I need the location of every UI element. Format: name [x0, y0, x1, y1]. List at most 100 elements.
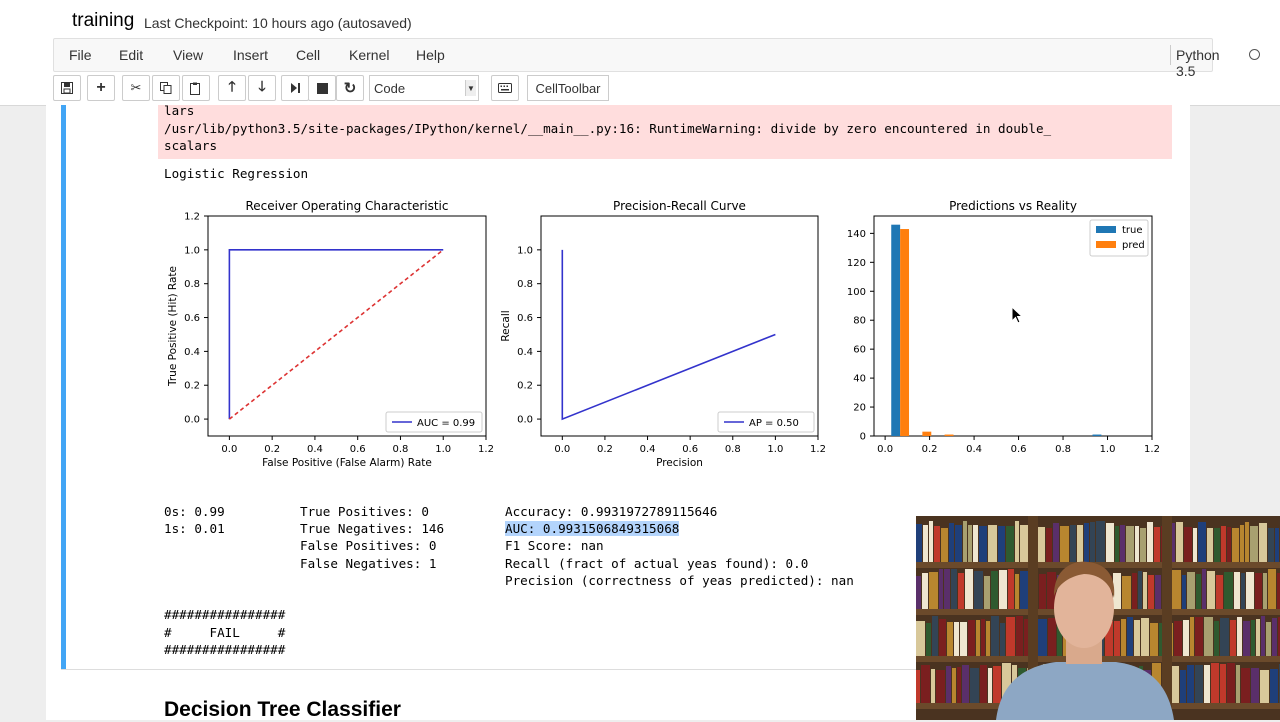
book: [1251, 620, 1255, 657]
legend-label: AUC = 0.99: [417, 418, 475, 429]
book: [1272, 618, 1277, 657]
x-tick-label: 0.4: [307, 444, 323, 455]
book: [1214, 621, 1219, 657]
book: [986, 621, 990, 657]
fail-box-line: ################: [164, 642, 286, 657]
book: [1038, 527, 1045, 562]
book: [1070, 525, 1076, 562]
x-tick-label: 0.0: [877, 444, 893, 455]
y-tick-label: 0: [860, 432, 866, 443]
book: [1236, 665, 1240, 704]
presenter-video-image: [916, 516, 1280, 720]
run-button[interactable]: [281, 75, 309, 101]
x-tick-label: 1.2: [1144, 444, 1160, 455]
book: [916, 576, 921, 610]
book: [968, 620, 975, 657]
book: [1053, 523, 1059, 562]
book: [1214, 528, 1220, 562]
cell-type-value: Code: [374, 81, 406, 96]
chart-title: Predictions vs Reality: [949, 199, 1077, 213]
model-title: Logistic Regression: [164, 166, 309, 181]
y-tick-label: 100: [847, 287, 866, 298]
cell-type-select[interactable]: Code ▼: [369, 75, 479, 101]
y-tick-label: 120: [847, 258, 866, 269]
move-up-button[interactable]: 🡑: [218, 75, 246, 101]
webcam-overlay: [916, 516, 1280, 720]
book: [1122, 576, 1131, 610]
book: [1250, 526, 1258, 562]
command-palette-button[interactable]: [491, 75, 519, 101]
book: [999, 570, 1007, 610]
selected-cell-indicator: [61, 105, 66, 670]
book: [958, 573, 964, 610]
menu-insert[interactable]: Insert: [233, 47, 268, 63]
save-button[interactable]: [53, 75, 81, 101]
legend-label: true: [1122, 225, 1143, 236]
menu-file[interactable]: File: [69, 47, 92, 63]
notebook-name[interactable]: training: [72, 10, 134, 32]
book: [980, 665, 987, 704]
y-tick-label: 20: [853, 403, 866, 414]
book: [1008, 569, 1014, 610]
book: [916, 621, 925, 657]
menu-cell[interactable]: Cell: [296, 47, 320, 63]
book: [1174, 621, 1182, 657]
y-tick-label: 1.0: [517, 245, 533, 256]
book: [1251, 668, 1259, 704]
book: [1020, 571, 1029, 610]
y-tick-label: 60: [853, 345, 866, 356]
menu-help[interactable]: Help: [416, 47, 445, 63]
book: [1006, 526, 1014, 562]
interrupt-button[interactable]: [308, 75, 336, 101]
output-figure: Receiver Operating Characteristic 0.0 0.2 0…: [167, 199, 1160, 469]
x-tick-label: 0.0: [221, 444, 237, 455]
book: [949, 523, 954, 562]
book: [1000, 623, 1005, 657]
paste-button[interactable]: [182, 75, 210, 101]
x-tick-label: 1.0: [767, 444, 783, 455]
move-down-button[interactable]: 🡓: [248, 75, 276, 101]
restart-button[interactable]: ↻: [336, 75, 364, 101]
cut-button[interactable]: ✂: [122, 75, 150, 101]
x-tick-label: 0.4: [966, 444, 982, 455]
x-tick-label: 0.0: [554, 444, 570, 455]
x-tick-label: 1.2: [478, 444, 494, 455]
book: [1211, 663, 1219, 704]
menu-kernel[interactable]: Kernel: [349, 47, 389, 63]
book: [1150, 623, 1158, 657]
bar: [900, 229, 910, 436]
legend-label: AP = 0.50: [749, 418, 799, 429]
book: [916, 524, 922, 562]
book: [974, 571, 983, 610]
chart-title: Receiver Operating Characteristic: [245, 199, 448, 213]
x-tick-label: 1.2: [810, 444, 826, 455]
bar: [922, 431, 932, 436]
book: [1126, 526, 1134, 562]
book: [1020, 525, 1029, 562]
book: [1006, 617, 1015, 657]
book: [1245, 522, 1249, 562]
celltoolbar-button[interactable]: CellToolbar: [527, 75, 609, 101]
paste-icon: [190, 82, 200, 95]
menu-view[interactable]: View: [173, 47, 203, 63]
book: [947, 622, 953, 657]
book: [979, 526, 987, 562]
fail-box-line: ################: [164, 607, 286, 622]
plot-frame: [540, 215, 819, 437]
book: [946, 666, 951, 704]
copy-button[interactable]: [152, 75, 180, 101]
y-tick-label: 1.0: [184, 245, 200, 256]
book: [1015, 521, 1019, 562]
book: [941, 528, 948, 562]
book: [970, 668, 979, 704]
stat-auc[interactable]: AUC: 0.9931506849315068: [505, 521, 680, 536]
book: [1016, 616, 1023, 657]
book: [1184, 527, 1192, 562]
book: [1015, 574, 1019, 610]
insert-cell-button[interactable]: +: [87, 75, 115, 101]
book: [973, 525, 978, 562]
book: [1240, 525, 1244, 562]
menu-edit[interactable]: Edit: [119, 47, 143, 63]
bar: [891, 224, 901, 436]
book: [1090, 522, 1095, 562]
